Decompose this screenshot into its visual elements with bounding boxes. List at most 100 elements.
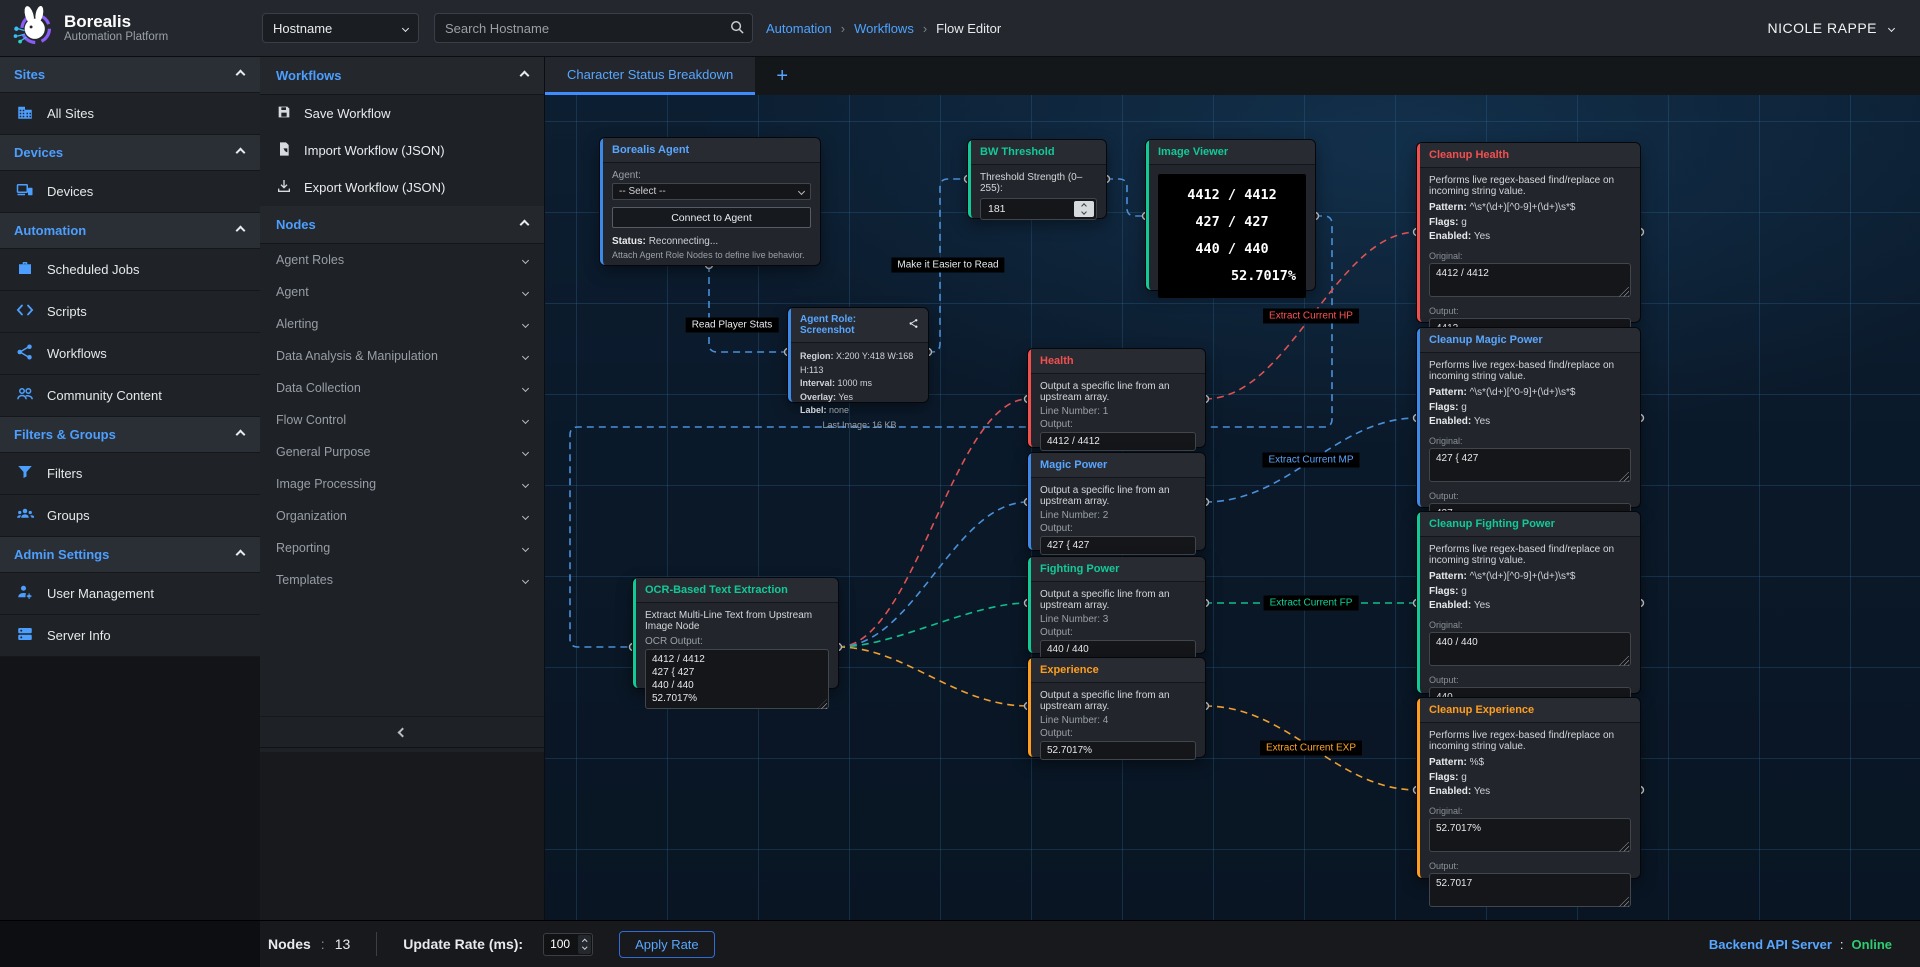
node-cleanup-experience[interactable]: Cleanup Experience Performs live regex-b… [1417, 698, 1640, 878]
node-category-flow-control[interactable]: Flow Control [260, 404, 544, 436]
brand-subtitle: Automation Platform [64, 31, 168, 43]
tab-label: Character Status Breakdown [567, 67, 733, 82]
nodes-count-value: 13 [335, 936, 351, 952]
node-ocr-text-extraction[interactable]: OCR-Based Text Extraction Extract Multi-… [633, 578, 838, 688]
sidebar-item-server-info[interactable]: Server Info [0, 615, 260, 657]
panel-collapse-button[interactable] [260, 716, 544, 748]
node-health[interactable]: Health Output a specific line from an up… [1028, 349, 1205, 447]
original-textarea[interactable]: 427 { 427 [1429, 448, 1631, 482]
number-spinner[interactable] [1074, 201, 1094, 217]
magic-output-field[interactable] [1040, 536, 1196, 555]
tab-character-status-breakdown[interactable]: Character Status Breakdown [545, 57, 755, 95]
search-icon[interactable] [730, 20, 745, 40]
line-number: Line Number: 1 [1040, 406, 1196, 417]
node-category-alerting[interactable]: Alerting [260, 308, 544, 340]
node-category-templates[interactable]: Templates [260, 564, 544, 596]
original-textarea[interactable]: 52.7017% [1429, 818, 1631, 852]
edge-label-extract-fp[interactable]: Extract Current FP [1264, 596, 1359, 611]
node-experience[interactable]: Experience Output a specific line from a… [1028, 658, 1205, 757]
node-borealis-agent[interactable]: Borealis Agent Agent: -- Select -- Conne… [600, 138, 820, 265]
edge-agent-to-role[interactable] [709, 265, 788, 352]
fighting-output-field[interactable] [1040, 640, 1196, 659]
ocr-output-textarea[interactable]: 4412 / 4412 427 { 427 440 / 440 52.7017% [645, 649, 829, 709]
sidebar-section-filters-groups[interactable]: Filters & Groups [0, 417, 260, 453]
import-workflow-button[interactable]: Import Workflow (JSON) [260, 132, 544, 169]
sidebar-item-groups[interactable]: Groups [0, 495, 260, 537]
pattern-value: ^\s*(\d+)[^0-9]+(\d+)\s*$ [1470, 202, 1576, 213]
status-value: Reconnecting... [649, 236, 719, 247]
export-workflow-button[interactable]: Export Workflow (JSON) [260, 169, 544, 206]
breadcrumb-workflows[interactable]: Workflows [854, 21, 914, 36]
flow-canvas[interactable]: Read Player Stats Make it Easier to Read… [545, 95, 1920, 920]
node-cleanup-fighting-power[interactable]: Cleanup Fighting Power Performs live reg… [1417, 512, 1640, 693]
health-output-field[interactable] [1040, 432, 1196, 451]
pattern-label: Pattern: [1429, 202, 1467, 213]
node-category-agent[interactable]: Agent [260, 276, 544, 308]
colon-separator: : [321, 936, 325, 952]
node-magic-power[interactable]: Magic Power Output a specific line from … [1028, 453, 1205, 550]
edge-label-make-it-easier[interactable]: Make it Easier to Read [891, 258, 1004, 273]
panel-item-label: Import Workflow (JSON) [304, 143, 445, 158]
flags-label: Flags: [1429, 586, 1458, 597]
flags-value: g [1461, 772, 1467, 783]
section-label: Admin Settings [14, 547, 109, 562]
sidebar-item-filters[interactable]: Filters [0, 453, 260, 495]
pattern-label: Pattern: [1429, 387, 1467, 398]
node-agent-role-screenshot[interactable]: Agent Role: Screenshot Region: X:200 Y:4… [788, 308, 928, 402]
edge-label-read-player-stats[interactable]: Read Player Stats [686, 318, 779, 333]
node-image-viewer[interactable]: Image Viewer 4412 / 4412 427 / 427 440 /… [1146, 140, 1315, 290]
node-fighting-power[interactable]: Fighting Power Output a specific line fr… [1028, 557, 1205, 653]
line-number: Line Number: 4 [1040, 715, 1196, 726]
panel-section-nodes[interactable]: Nodes [260, 206, 544, 244]
node-description: Performs live regex-based find/replace o… [1429, 544, 1631, 566]
original-textarea[interactable]: 4412 / 4412 [1429, 263, 1631, 297]
edge-threshold-to-viewer[interactable] [1106, 179, 1146, 216]
user-menu[interactable]: NICOLE RAPPE [1768, 20, 1894, 36]
node-category-data-analysis[interactable]: Data Analysis & Manipulation [260, 340, 544, 372]
sidebar-section-automation[interactable]: Automation [0, 213, 260, 249]
node-category-organization[interactable]: Organization [260, 500, 544, 532]
node-cleanup-magic-power[interactable]: Cleanup Magic Power Performs live regex-… [1417, 328, 1640, 507]
node-cleanup-health[interactable]: Cleanup Health Performs live regex-based… [1417, 143, 1640, 322]
add-tab-button[interactable]: + [755, 57, 809, 95]
rate-spinner[interactable] [578, 935, 591, 954]
hostname-select[interactable]: Hostname [262, 13, 419, 43]
edge-label-extract-exp[interactable]: Extract Current EXP [1260, 741, 1362, 756]
edge-ocr-to-experience[interactable] [838, 647, 1028, 706]
sidebar-item-all-sites[interactable]: All Sites [0, 93, 260, 135]
chevron-down-icon [522, 384, 529, 391]
sidebar-section-sites[interactable]: Sites [0, 57, 260, 93]
section-label: Sites [14, 67, 45, 82]
chevron-down-icon [522, 544, 529, 551]
edge-label-extract-hp[interactable]: Extract Current HP [1263, 309, 1359, 324]
sidebar-item-scripts[interactable]: Scripts [0, 291, 260, 333]
search-input[interactable] [434, 13, 753, 43]
output-textarea[interactable]: 52.7017 [1429, 873, 1631, 907]
node-bw-threshold[interactable]: BW Threshold Threshold Strength (0–255): [968, 140, 1106, 218]
sidebar-section-devices[interactable]: Devices [0, 135, 260, 171]
node-category-data-collection[interactable]: Data Collection [260, 372, 544, 404]
panel-section-workflows[interactable]: Workflows [260, 57, 544, 95]
agent-select[interactable]: -- Select -- [612, 183, 811, 200]
sidebar-item-workflows[interactable]: Workflows [0, 333, 260, 375]
sidebar-item-scheduled-jobs[interactable]: Scheduled Jobs [0, 249, 260, 291]
share-icon[interactable] [908, 318, 919, 332]
breadcrumb-automation[interactable]: Automation [766, 21, 832, 36]
connect-agent-button[interactable]: Connect to Agent [612, 207, 811, 228]
sidebar-item-devices[interactable]: Devices [0, 171, 260, 213]
sidebar-item-community-content[interactable]: Community Content [0, 375, 260, 417]
agent-hint: Attach Agent Role Nodes to define live b… [612, 250, 811, 260]
node-category-general-purpose[interactable]: General Purpose [260, 436, 544, 468]
original-textarea[interactable]: 440 / 440 [1429, 632, 1631, 666]
node-category-reporting[interactable]: Reporting [260, 532, 544, 564]
experience-output-field[interactable] [1040, 741, 1196, 760]
node-description: Performs live regex-based find/replace o… [1429, 730, 1631, 752]
edge-label-extract-mp[interactable]: Extract Current MP [1262, 453, 1359, 468]
sidebar-section-admin-settings[interactable]: Admin Settings [0, 537, 260, 573]
node-category-agent-roles[interactable]: Agent Roles [260, 244, 544, 276]
sidebar-item-user-management[interactable]: User Management [0, 573, 260, 615]
category-label: Reporting [276, 541, 330, 555]
save-workflow-button[interactable]: Save Workflow [260, 95, 544, 132]
apply-rate-button[interactable]: Apply Rate [619, 931, 715, 958]
node-category-image-processing[interactable]: Image Processing [260, 468, 544, 500]
